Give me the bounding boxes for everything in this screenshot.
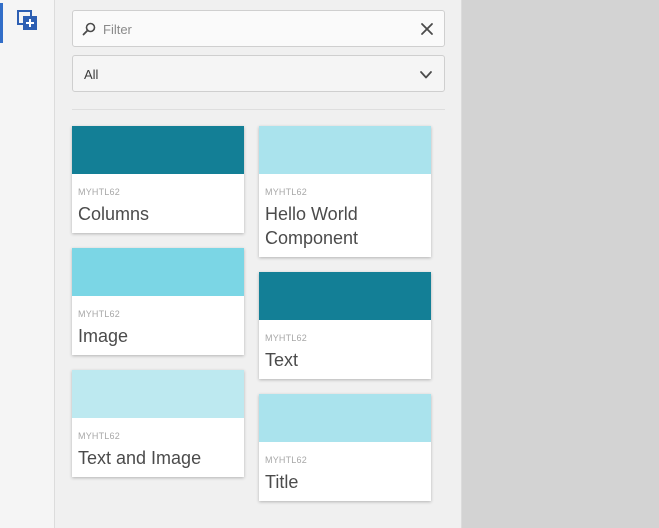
- filter-field: [72, 10, 445, 47]
- component-group: MYHTL62: [265, 455, 307, 465]
- component-card-image[interactable]: MYHTL62 Image: [72, 248, 244, 355]
- add-component-icon[interactable]: [16, 9, 40, 33]
- component-title: Image: [78, 326, 129, 346]
- component-thumbnail: [72, 126, 244, 174]
- active-indicator: [0, 3, 3, 43]
- filter-input[interactable]: [103, 17, 403, 41]
- group-select[interactable]: All: [72, 55, 445, 92]
- component-card-text[interactable]: MYHTL62 Text: [259, 272, 431, 379]
- component-group: MYHTL62: [78, 309, 120, 319]
- component-thumbnail: [72, 370, 244, 418]
- page-canvas: [462, 0, 659, 528]
- component-title: Title: [265, 472, 299, 492]
- clear-icon[interactable]: [420, 22, 434, 36]
- chevron-down-icon: [419, 68, 433, 80]
- search-icon: [82, 22, 96, 36]
- component-column-right: MYHTL62 Hello World Component MYHTL62 Te…: [259, 126, 431, 516]
- components-panel: All MYHTL62 Columns MYHTL62 Image MYHTL6…: [55, 0, 462, 528]
- component-thumbnail: [259, 394, 431, 442]
- component-group: MYHTL62: [78, 187, 120, 197]
- component-card-text-and-image[interactable]: MYHTL62 Text and Image: [72, 370, 244, 477]
- component-thumbnail: [259, 272, 431, 320]
- component-group: MYHTL62: [265, 187, 307, 197]
- group-select-value: All: [84, 67, 99, 82]
- component-card-hello-world[interactable]: MYHTL62 Hello World Component: [259, 126, 431, 257]
- component-card-columns[interactable]: MYHTL62 Columns: [72, 126, 244, 233]
- component-title: Text: [265, 350, 299, 370]
- component-group: MYHTL62: [78, 431, 120, 441]
- component-title: Columns: [78, 204, 150, 224]
- component-thumbnail: [259, 126, 431, 174]
- component-group: MYHTL62: [265, 333, 307, 343]
- component-title: Hello World Component: [265, 204, 359, 248]
- side-rail: [0, 0, 55, 528]
- component-column-left: MYHTL62 Columns MYHTL62 Image MYHTL62 Te…: [72, 126, 244, 492]
- component-title: Text and Image: [78, 448, 202, 468]
- component-card-title[interactable]: MYHTL62 Title: [259, 394, 431, 501]
- component-thumbnail: [72, 248, 244, 296]
- divider: [72, 109, 445, 110]
